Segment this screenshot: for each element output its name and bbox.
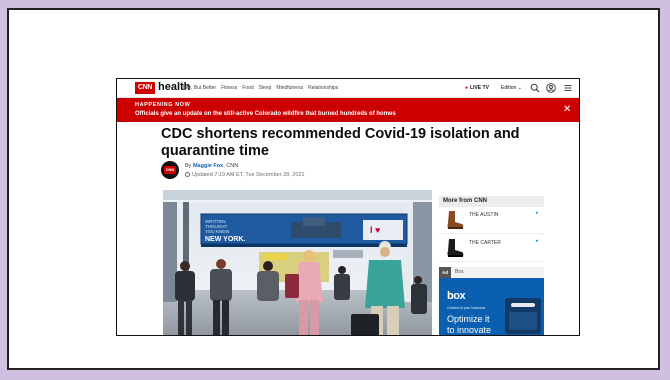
live-tv-label: LIVE TV [470, 85, 489, 91]
cnn-avatar-logo: CNN [164, 166, 176, 174]
svg-text:I ♥: I ♥ [370, 225, 380, 235]
sidebar-item-label: THE AUSTIN [469, 212, 499, 218]
box-logo: box [447, 290, 466, 302]
ad-subtext: Content is your business [447, 306, 486, 310]
breaking-news-banner[interactable]: HAPPENING NOW Officials give an update o… [117, 98, 579, 122]
ad-headline: Optimize it to innovate [447, 314, 492, 335]
screenshot-window: CNN health Life, But Better Fitness Food… [116, 78, 580, 336]
live-tv-link[interactable]: ● LIVE TV [465, 85, 489, 91]
author-link[interactable]: Maggie Fox [193, 163, 223, 169]
nav-link-sleep[interactable]: Sleep [259, 85, 272, 91]
sidebar-item-the-carter[interactable]: THE CARTER ▸ [439, 235, 544, 262]
nav-link-life-but-better[interactable]: Life, But Better [183, 85, 216, 91]
article-photo[interactable]: WRITTEN THOUGHT YOU KNEW NEW YORK. I ♥ [163, 190, 432, 336]
play-icon: ▸ [536, 238, 539, 244]
sidebar-item-label: THE CARTER [469, 240, 501, 246]
article-headline: CDC shortens recommended Covid-19 isolat… [161, 126, 520, 159]
edition-label: Edition [501, 85, 517, 91]
byline-by: By [185, 163, 192, 169]
nav-link-fitness[interactable]: Fitness [221, 85, 237, 91]
nav-link-relationships[interactable]: Relationships [308, 85, 338, 91]
updated-text: Updated 7:19 AM ET, Tue December 28, 202… [192, 172, 305, 178]
svg-text:YOU KNEW: YOU KNEW [205, 229, 230, 234]
ad-tag: Ad [439, 267, 451, 278]
nav-link-mindfulness[interactable]: Mindfulness [276, 85, 303, 91]
chevron-down-icon: ⌄ [517, 85, 522, 91]
more-from-cnn-header: More from CNN [439, 196, 544, 207]
byline: By Maggie Fox, CNN [185, 163, 238, 169]
ad-headline-line-2: to innovate [447, 325, 492, 335]
play-icon: ▸ [536, 210, 539, 216]
nav-links: Life, But Better Fitness Food Sleep Mind… [183, 85, 338, 91]
ad-product-card [505, 298, 541, 334]
ad-label-bar: Ad Box [439, 267, 544, 278]
live-dot-icon: ● [465, 85, 469, 91]
ad-headline-line-1: Optimize it [447, 314, 490, 324]
page-frame: CNN health Life, But Better Fitness Food… [7, 8, 660, 370]
close-icon[interactable]: ✕ [563, 105, 571, 115]
ad-advertiser: Box [455, 269, 464, 275]
search-icon[interactable] [530, 83, 540, 93]
top-nav: CNN health Life, But Better Fitness Food… [117, 79, 579, 98]
author-avatar: CNN [161, 161, 179, 179]
brown-boot-image [447, 211, 464, 229]
menu-icon[interactable] [563, 83, 573, 93]
sidebar-item-the-austin[interactable]: THE AUSTIN ▸ [439, 207, 544, 234]
clock-icon [185, 172, 190, 177]
edition-menu[interactable]: Edition ⌄ [501, 85, 522, 91]
black-boot-image [447, 239, 464, 257]
happening-now-label: HAPPENING NOW [135, 102, 191, 108]
banner-headline[interactable]: Officials give an update on the still-ac… [135, 111, 396, 117]
nav-link-food[interactable]: Food [242, 85, 253, 91]
box-advertisement[interactable]: box Content is your business Optimize it… [439, 278, 544, 335]
updated-timestamp: Updated 7:19 AM ET, Tue December 28, 202… [185, 172, 305, 178]
account-icon[interactable] [546, 83, 556, 93]
svg-text:NEW YORK.: NEW YORK. [205, 236, 245, 243]
byline-outlet: , CNN [223, 163, 239, 169]
cnn-logo[interactable]: CNN [135, 82, 155, 94]
